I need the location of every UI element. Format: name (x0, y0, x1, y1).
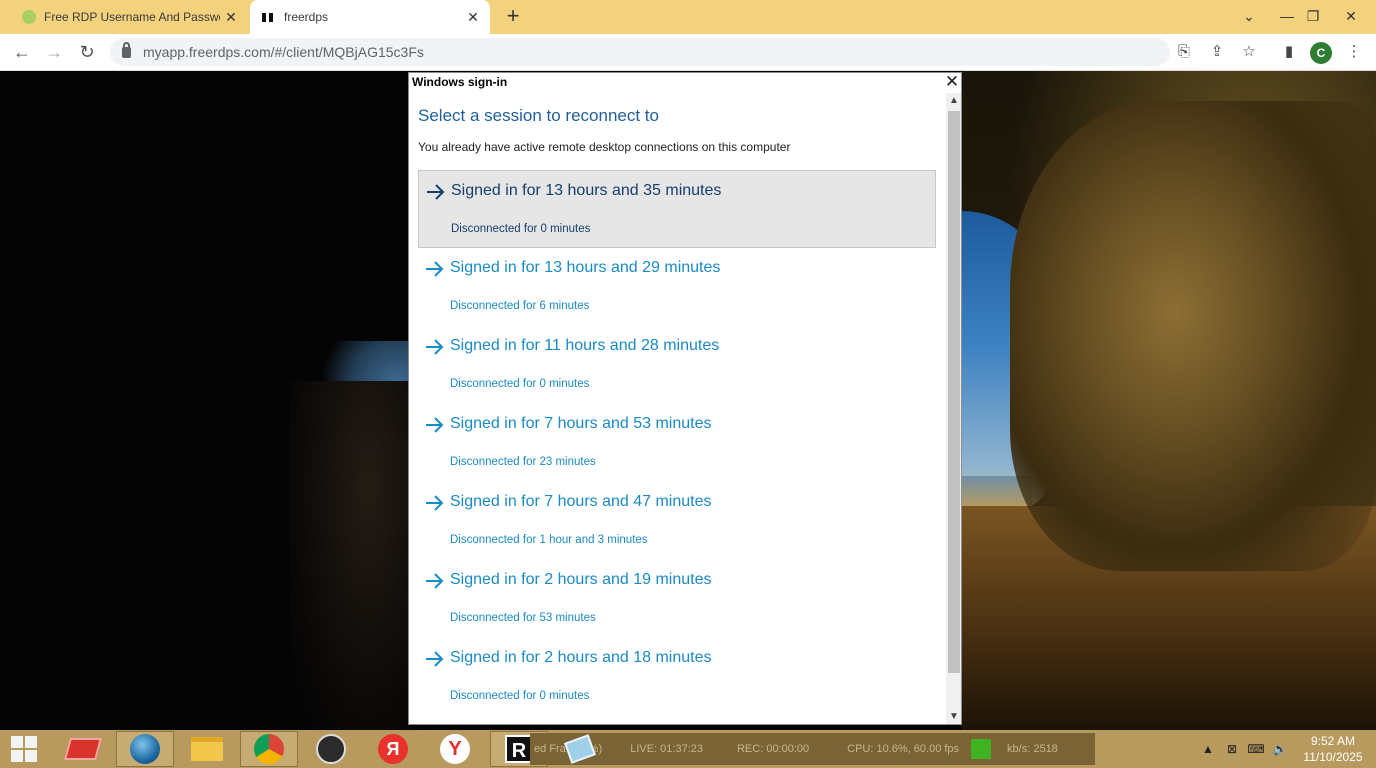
obs-rec-time: REC: 00:00:00 (736, 743, 810, 755)
taskbar-chrome[interactable] (240, 731, 298, 767)
obs-live-time: LIVE: 01:37:23 (630, 743, 703, 755)
arrow-right-icon (425, 572, 445, 590)
session-disconnected-text: Disconnected for 53 minutes (450, 612, 596, 624)
windows-logo-icon (11, 736, 37, 762)
volume-icon[interactable]: 🔈 (1270, 730, 1290, 768)
network-error-icon[interactable]: ⊠ (1222, 730, 1242, 768)
yandex-y-icon: Y (440, 734, 470, 764)
menu-kebab-icon[interactable]: ⋮ (1340, 38, 1368, 66)
scroll-thumb[interactable] (948, 111, 960, 673)
session-item[interactable]: Signed in for 2 hours and 19 minutes Dis… (418, 560, 936, 638)
windows-sign-in-dialog: Windows sign-in ✕ Select a session to re… (408, 72, 962, 725)
share-icon[interactable]: ⇪ (1203, 38, 1231, 66)
scroll-up-icon[interactable]: ▲ (946, 93, 961, 109)
dialog-close-icon[interactable]: ✕ (943, 73, 961, 91)
back-button[interactable]: ← (8, 38, 36, 66)
reload-button[interactable]: ↻ (73, 38, 101, 66)
show-hidden-icons-icon[interactable]: ▲ (1200, 730, 1216, 768)
globe-icon (130, 734, 160, 764)
forward-button[interactable]: → (40, 38, 68, 66)
dialog-title: Windows sign-in (412, 75, 508, 89)
lock-icon[interactable] (122, 41, 131, 58)
session-item[interactable]: Signed in for 7 hours and 47 minutes Dis… (418, 482, 936, 560)
session-signed-in-text: Signed in for 2 hours and 18 minutes (450, 649, 712, 666)
taskbar-app-red[interactable] (54, 731, 112, 767)
new-tab-button[interactable]: + (500, 4, 526, 30)
browser-tab-bar: Free RDP Username And Passwo ✕ freerdps … (0, 0, 1376, 34)
close-window-button[interactable]: ✕ (1334, 0, 1368, 34)
tab-title: Free RDP Username And Passwo (44, 10, 220, 24)
session-item[interactable]: Signed in for 13 hours and 35 minutes Di… (418, 170, 936, 248)
wallpaper-rock-right (1010, 101, 1376, 571)
session-item[interactable]: Signed in for 13 hours and 29 minutes Di… (418, 248, 936, 326)
session-item[interactable]: Signed in for 11 hours and 28 minutes Di… (418, 326, 936, 404)
session-disconnected-text: Disconnected for 23 minutes (450, 456, 596, 468)
arrow-right-icon (425, 650, 445, 668)
url-text: myapp.freerdps.com/#/client/MQBjAG15c3Fs (143, 44, 424, 60)
r-app-icon: R (505, 735, 533, 763)
session-disconnected-text: Disconnected for 0 minutes (451, 223, 591, 235)
arrow-right-icon (425, 494, 445, 512)
keyboard-icon[interactable]: ⌨ (1246, 730, 1266, 768)
side-panel-icon[interactable]: ▮ (1275, 38, 1303, 66)
notepad-icon (564, 734, 596, 764)
session-signed-in-text: Signed in for 13 hours and 29 minutes (450, 259, 721, 276)
taskbar-yandex[interactable]: Y (426, 731, 484, 767)
start-button[interactable] (0, 731, 48, 767)
arrow-right-icon (425, 338, 445, 356)
obs-cpu-fps: CPU: 10.6%, 60.00 fps (847, 743, 960, 755)
session-signed-in-text: Signed in for 13 hours and 35 minutes (451, 182, 722, 199)
folder-icon (191, 737, 223, 761)
bookmark-star-icon[interactable]: ☆ (1235, 38, 1263, 66)
clock-time: 9:52 AM (1310, 734, 1356, 748)
address-bar[interactable]: myapp.freerdps.com/#/client/MQBjAG15c3Fs (110, 38, 1170, 66)
session-list: Signed in for 13 hours and 35 minutes Di… (418, 170, 936, 716)
browser-toolbar: ← → ↻ myapp.freerdps.com/#/client/MQBjAG… (0, 34, 1376, 71)
restore-button[interactable]: ❐ (1296, 0, 1330, 34)
wallpaper-rock-left (290, 381, 420, 730)
session-disconnected-text: Disconnected for 0 minutes (450, 690, 590, 702)
session-signed-in-text: Signed in for 11 hours and 28 minutes (450, 337, 720, 354)
session-disconnected-text: Disconnected for 0 minutes (450, 378, 590, 390)
taskbar-app-globe[interactable] (116, 731, 174, 767)
pause-favicon-icon (262, 10, 276, 24)
session-item[interactable]: Signed in for 7 hours and 53 minutes Dis… (418, 404, 936, 482)
red-app-icon (64, 738, 102, 760)
arrow-right-icon (426, 183, 446, 201)
taskbar-file-explorer[interactable] (178, 731, 236, 767)
session-signed-in-text: Signed in for 2 hours and 19 minutes (450, 571, 712, 588)
obs-icon (316, 734, 346, 764)
dialog-subtitle: You already have active remote desktop c… (418, 140, 791, 154)
save-page-icon[interactable]: ⎘ (1170, 38, 1198, 66)
taskbar-clock[interactable]: 9:52 AM 11/10/2025 (1296, 733, 1370, 765)
obs-status-bar: ed Fra (0.0%) LIVE: 01:37:23 REC: 00:00:… (530, 733, 1095, 765)
arrow-right-icon (425, 416, 445, 434)
session-item[interactable]: Signed in for 2 hours and 18 minutes Dis… (418, 638, 936, 716)
tab-search-chevron-icon[interactable]: ⌄ (1232, 0, 1266, 34)
taskbar-app-notepad[interactable] (552, 731, 608, 767)
tab-title: freerdps (284, 10, 329, 24)
site-favicon-icon (22, 10, 36, 24)
session-signed-in-text: Signed in for 7 hours and 53 minutes (450, 415, 712, 432)
tab-close-icon[interactable]: ✕ (220, 9, 242, 26)
scroll-down-icon[interactable]: ▼ (946, 709, 961, 724)
session-disconnected-text: Disconnected for 1 hour and 3 minutes (450, 534, 648, 546)
tab-free-rdp[interactable]: Free RDP Username And Passwo ✕ (8, 0, 248, 34)
chrome-icon (254, 734, 284, 764)
taskbar-yandex-browser[interactable]: Я (364, 731, 422, 767)
arrow-right-icon (425, 260, 445, 278)
obs-kbs: kb/s: 2518 (1007, 743, 1058, 755)
yandex-icon: Я (378, 734, 408, 764)
dialog-scrollbar[interactable]: ▲ ▼ (946, 93, 961, 724)
obs-status-indicator-icon (971, 739, 992, 759)
windows-taskbar: Я Y R ed Fra (0.0%) LIVE: 01:37:23 REC: … (0, 730, 1376, 768)
dialog-heading: Select a session to reconnect to (418, 106, 659, 125)
tab-freerdps[interactable]: freerdps ✕ (250, 0, 490, 34)
session-signed-in-text: Signed in for 7 hours and 47 minutes (450, 493, 712, 510)
profile-avatar[interactable]: C (1310, 42, 1332, 64)
session-disconnected-text: Disconnected for 6 minutes (450, 300, 590, 312)
tab-close-icon[interactable]: ✕ (462, 9, 484, 26)
clock-date: 11/10/2025 (1303, 750, 1363, 764)
taskbar-obs[interactable] (302, 731, 360, 767)
